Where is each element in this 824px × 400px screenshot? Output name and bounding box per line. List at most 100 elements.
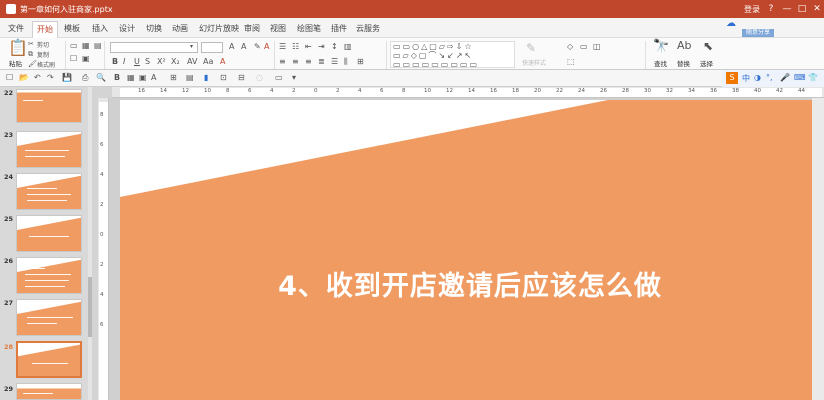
slide-thumbnail[interactable] — [16, 173, 82, 210]
tab-insert[interactable]: 插入 — [92, 23, 108, 34]
find-button[interactable]: 查找 — [654, 58, 667, 68]
slide-thumbnail[interactable] — [16, 215, 82, 252]
save-icon[interactable]: 💾 — [62, 74, 72, 82]
strikethrough-icon[interactable]: S — [145, 58, 150, 66]
open-icon[interactable]: 📂 — [19, 74, 29, 82]
line-spacing-icon[interactable]: ↕ — [331, 43, 338, 51]
copy-button[interactable]: 复制 — [37, 50, 49, 59]
align-right-icon[interactable]: ≡ — [305, 58, 312, 66]
numbering-icon[interactable]: ☷ — [292, 43, 299, 51]
layout-icon[interactable]: ▦ — [82, 42, 90, 50]
moon-icon[interactable]: ◑ — [754, 73, 761, 82]
cut-icon[interactable]: ✂ — [28, 40, 34, 48]
shape-fill-icon[interactable]: ◇ — [567, 43, 573, 51]
scrollbar-thumb[interactable] — [88, 277, 92, 337]
slideshow-icon[interactable]: ▭ — [275, 74, 283, 82]
punct-icon[interactable]: °, — [766, 73, 773, 82]
tab-template[interactable]: 模板 — [64, 23, 80, 34]
tab-home[interactable]: 开始 — [32, 21, 58, 38]
undo-icon[interactable]: ↶ — [34, 74, 41, 82]
ime-mode[interactable]: 中 — [742, 73, 750, 84]
shapes-row-2[interactable]: ▭▱◇▢⌒↘↙↗↖ — [393, 52, 473, 60]
case-icon[interactable]: Aa — [203, 58, 213, 66]
grow-font-icon[interactable]: A — [229, 43, 234, 51]
preview-icon[interactable]: 🔍 — [96, 74, 106, 82]
more-icon[interactable]: ▾ — [292, 74, 296, 82]
hyperlink-icon[interactable]: ⊟ — [238, 74, 245, 82]
table-icon[interactable]: ▦ — [127, 74, 135, 82]
text-direction-icon[interactable]: ⫼ — [344, 58, 348, 66]
delete-slide-icon[interactable]: ▣ — [82, 55, 90, 63]
smartart-icon[interactable]: ⊡ — [220, 74, 227, 82]
distribute-icon[interactable]: ☰ — [331, 58, 338, 66]
quick-style-button[interactable]: 快速样式 — [522, 58, 546, 67]
increase-indent-icon[interactable]: ⇥ — [318, 43, 325, 51]
bold-quick-icon[interactable]: B — [114, 74, 120, 82]
char-spacing-icon[interactable]: AV — [187, 58, 197, 66]
decrease-indent-icon[interactable]: ⇤ — [305, 43, 312, 51]
shapes-row-3[interactable]: ▭▭▭▭▭▭▭▭▭ — [393, 61, 479, 69]
select-icon[interactable]: ⬉ — [703, 40, 713, 52]
slide-title-textbox[interactable]: 4、收到开店邀请后应该怎么做 — [120, 264, 820, 303]
subscript-icon[interactable]: X₂ — [171, 58, 180, 66]
tab-cloud[interactable]: 云服务 — [356, 23, 380, 34]
mic-icon[interactable]: 🎤 — [780, 73, 790, 82]
align-left-icon[interactable]: ≡ — [279, 58, 286, 66]
shrink-font-icon[interactable]: A — [241, 43, 246, 51]
cloud-share[interactable]: ☁ 随意分享 — [726, 19, 774, 37]
white-triangle-shape[interactable] — [120, 100, 608, 197]
shirt-icon[interactable]: 👕 — [808, 73, 818, 82]
close-button[interactable]: ✕ — [810, 2, 824, 16]
reset-icon[interactable]: ▤ — [94, 42, 102, 50]
arrange-icon[interactable]: ✎ — [526, 42, 536, 54]
font-family-select[interactable] — [110, 42, 198, 53]
find-icon[interactable]: 🔭 — [653, 40, 669, 53]
login-link[interactable]: 登录 — [744, 4, 760, 15]
new-slide-icon[interactable]: ▭ — [70, 42, 78, 50]
superscript-icon[interactable]: X² — [157, 58, 166, 66]
format-painter-button[interactable]: 格式刷 — [37, 60, 55, 69]
keyboard-icon[interactable]: ⌨ — [794, 73, 806, 82]
current-slide[interactable]: 4、收到开店邀请后应该怎么做 — [120, 100, 820, 400]
section-icon[interactable]: ☐ — [70, 55, 77, 63]
slide-thumbnail-selected[interactable] — [16, 341, 82, 378]
slide-thumbnail[interactable] — [16, 131, 82, 168]
editor-scrollbar[interactable] — [812, 98, 824, 400]
clear-format-icon[interactable]: ✎ — [254, 43, 261, 51]
paste-button[interactable]: 粘贴 — [9, 58, 22, 68]
tab-slideshow[interactable]: 幻灯片放映 — [199, 23, 239, 34]
comment-icon[interactable]: ◌ — [256, 74, 263, 82]
format-painter-icon[interactable]: 🖌 — [28, 60, 37, 68]
tab-design[interactable]: 设计 — [119, 23, 135, 34]
picture-icon[interactable]: ▣ — [139, 74, 147, 82]
align-center-icon[interactable]: ≡ — [292, 58, 299, 66]
tab-review[interactable]: 审阅 — [244, 23, 260, 34]
tab-plugins[interactable]: 插件 — [331, 23, 347, 34]
bold-icon[interactable]: B — [112, 58, 118, 66]
shape-effect-icon[interactable]: ◫ — [593, 43, 601, 51]
paste-icon[interactable]: 📋 — [8, 40, 28, 56]
chevron-down-icon[interactable]: ▾ — [190, 43, 193, 51]
bullets-icon[interactable]: ☰ — [279, 43, 286, 51]
tab-view[interactable]: 视图 — [270, 23, 286, 34]
tab-transition[interactable]: 切换 — [146, 23, 162, 34]
copy-icon[interactable]: ⧉ — [28, 50, 33, 58]
text-color-icon[interactable]: A — [220, 58, 225, 66]
cut-button[interactable]: 剪切 — [37, 40, 49, 49]
shape-outline-icon[interactable]: ▭ — [580, 43, 588, 51]
slide-thumbnail[interactable] — [16, 383, 82, 400]
shape-more-icon[interactable]: ⬚ — [567, 58, 575, 66]
tab-file[interactable]: 文件 — [8, 23, 24, 34]
underline-icon[interactable]: U — [134, 58, 140, 66]
thumbnail-scrollbar[interactable] — [88, 87, 92, 400]
minimize-button[interactable]: — — [780, 2, 794, 16]
columns-icon[interactable]: ▥ — [344, 43, 352, 51]
tab-pen[interactable]: 绘图笔 — [297, 23, 321, 34]
slide-thumbnail[interactable] — [16, 257, 82, 294]
new-file-icon[interactable]: ☐ — [6, 74, 13, 82]
share-button[interactable]: 随意分享 — [742, 29, 774, 37]
media-icon[interactable]: ▤ — [186, 74, 194, 82]
grid-icon[interactable]: ⊞ — [170, 74, 177, 82]
chart-icon[interactable]: ▮ — [204, 74, 208, 82]
print-icon[interactable]: ⎙ — [82, 74, 88, 82]
